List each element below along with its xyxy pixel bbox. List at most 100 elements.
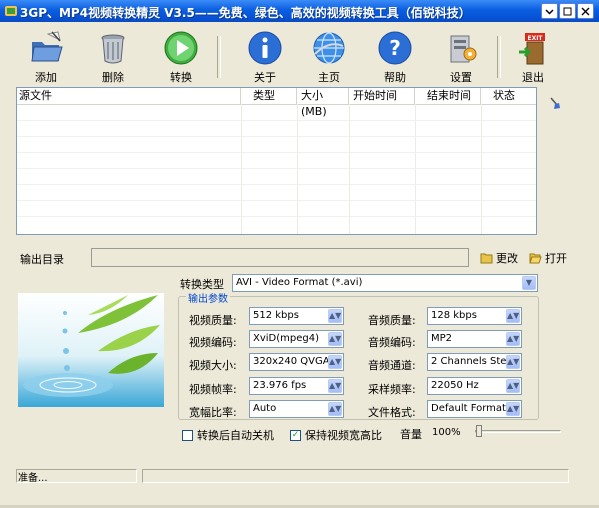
output-dir-label: 输出目录 [20,253,64,266]
grid-line [17,152,536,153]
dropdown-arrow-icon[interactable]: ▲▼ [506,355,520,369]
sample-rate-label: 采样频率: [368,383,416,396]
grid-line [17,120,536,121]
audio-channels-label: 音频通道: [368,359,416,372]
audio-codec-select[interactable]: MP2 ▲▼ [427,330,522,348]
exit-button[interactable]: EXIT 退出 [507,30,559,86]
audio-quality-value: 128 kbps [431,310,477,321]
aspect-value: Auto [253,403,277,414]
grid-line [241,104,242,234]
file-list-header: 源文件 类型 大小(MB) 开始时间 结束时间 状态 [17,88,536,118]
grid-line [17,184,536,185]
convert-label: 转换 [170,71,192,84]
keep-aspect-checkbox[interactable]: ✓ 保持视频宽高比 [290,427,382,443]
keep-aspect-box[interactable]: ✓ [290,429,301,441]
close-icon [581,7,590,15]
column-header-status[interactable]: 状态 [481,88,536,104]
restore-button[interactable] [559,3,576,19]
dropdown-arrow-icon[interactable]: ▲▼ [328,309,342,323]
video-fps-value: 23.976 fps [253,380,307,391]
file-format-value: Default Format [431,403,506,414]
svg-text:?: ? [389,36,401,60]
file-list[interactable]: 源文件 类型 大小(MB) 开始时间 结束时间 状态 [16,87,537,235]
dropdown-arrow-icon[interactable]: ▲▼ [506,309,520,323]
minimize-button[interactable] [541,3,558,19]
column-header-end-time[interactable]: 结束时间 [415,88,481,104]
audio-quality-select[interactable]: 128 kbps ▲▼ [427,307,522,325]
column-header-start-time[interactable]: 开始时间 [349,88,415,104]
toolbar-separator [497,36,501,78]
volume-slider-track[interactable] [475,430,561,433]
keep-aspect-label: 保持视频宽高比 [305,429,382,442]
change-dir-button[interactable]: 更改 [480,250,518,266]
trash-icon [101,34,125,64]
home-label: 主页 [318,71,340,84]
file-format-select[interactable]: Default Format ▲▼ [427,400,522,418]
dropdown-arrow-icon[interactable]: ▲▼ [328,355,342,369]
convert-button[interactable]: 转换 [155,30,207,86]
video-codec-value: XviD(mpeg4) [253,333,320,344]
about-button[interactable]: 关于 [239,30,291,86]
output-params-title: 输出参数 [186,290,230,305]
video-fps-label: 视频帧率: [189,383,237,396]
aspect-select[interactable]: Auto ▲▼ [249,400,344,418]
preview-image [18,293,164,407]
column-header-source[interactable]: 源文件 [17,88,241,104]
video-fps-select[interactable]: 23.976 fps ▲▼ [249,377,344,395]
dropdown-arrow-icon[interactable]: ▲▼ [506,332,520,346]
delete-button[interactable]: 删除 [87,30,139,86]
about-label: 关于 [254,71,276,84]
open-dir-label: 打开 [545,252,567,265]
audio-channels-select[interactable]: 2 Channels Stere ▲▼ [427,353,522,371]
add-folder-icon [31,31,63,62]
app-icon [4,4,18,18]
video-size-select[interactable]: 320x240 QVGA ▲▼ [249,353,344,371]
sample-rate-select[interactable]: 22050 Hz ▲▼ [427,377,522,395]
status-text: 准备... [18,473,48,484]
window-title: 3GP、MP4视频转换精灵 V3.5——免费、绿色、高效的视频转换工具（佰锐科技… [20,6,471,20]
audio-codec-value: MP2 [431,333,453,344]
help-button[interactable]: ? 帮助 [369,30,421,86]
broom-icon [550,97,560,109]
volume-slider-thumb[interactable] [476,425,482,437]
info-icon [248,31,282,65]
grid-line [349,104,350,234]
audio-quality-label: 音频质量: [368,314,416,327]
grid-line [17,200,536,201]
video-quality-select[interactable]: 512 kbps ▲▼ [249,307,344,325]
status-panel-wide [142,469,569,483]
column-header-type[interactable]: 类型 [241,88,297,104]
grid-line [17,136,536,137]
file-format-label: 文件格式: [368,406,416,419]
auto-shutdown-checkbox[interactable]: 转换后自动关机 [182,427,274,443]
dropdown-arrow-icon[interactable]: ▲▼ [506,402,520,416]
video-codec-label: 视频编码: [189,336,237,349]
play-icon [164,31,198,65]
column-header-size[interactable]: 大小(MB) [297,88,349,118]
clear-list-button[interactable] [548,96,562,113]
sample-rate-value: 22050 Hz [431,380,479,391]
video-quality-value: 512 kbps [253,310,299,321]
volume-value: 100% [432,427,461,438]
folder-icon [480,253,493,264]
dropdown-arrow-icon[interactable]: ▼ [522,276,536,290]
open-dir-button[interactable]: 打开 [529,250,567,266]
video-codec-select[interactable]: XviD(mpeg4) ▲▼ [249,330,344,348]
minimize-icon [545,8,554,15]
grid-line [17,216,536,217]
dropdown-arrow-icon[interactable]: ▲▼ [506,379,520,393]
settings-button[interactable]: 设置 [435,30,487,86]
open-folder-icon [529,253,542,264]
dropdown-arrow-icon[interactable]: ▲▼ [328,332,342,346]
toolbar-separator [217,36,221,78]
format-select[interactable]: AVI - Video Format (*.avi) ▼ [232,274,538,292]
add-button[interactable]: 添加 [20,30,72,86]
title-bar[interactable]: 3GP、MP4视频转换精灵 V3.5——免费、绿色、高效的视频转换工具（佰锐科技… [0,0,599,22]
restore-icon [563,7,572,15]
close-button[interactable] [577,3,594,19]
home-button[interactable]: 主页 [303,30,355,86]
dropdown-arrow-icon[interactable]: ▲▼ [328,402,342,416]
output-dir-field[interactable] [91,248,469,267]
auto-shutdown-box[interactable] [182,429,193,441]
dropdown-arrow-icon[interactable]: ▲▼ [328,379,342,393]
